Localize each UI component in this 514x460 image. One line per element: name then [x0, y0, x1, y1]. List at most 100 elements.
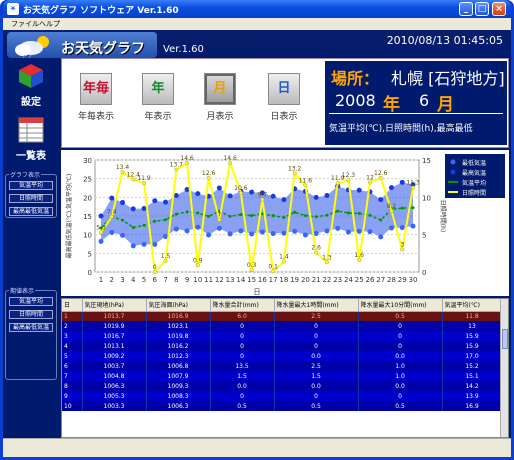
sunshine-data-label: 14.6 — [180, 155, 194, 162]
maximize-button[interactable]: □ — [475, 2, 489, 16]
table-cell: 4 — [62, 341, 83, 351]
table-cell: 0 — [358, 391, 443, 401]
table-cell: 13.5 — [210, 361, 275, 371]
period-month-button[interactable]: 月 月表示 — [194, 73, 246, 127]
table-row[interactable]: 6 1003.7 1006.8 13.5 2.5 1.0 15.2 — [62, 361, 503, 371]
table-row[interactable]: 7 1004.8 1007.9 1.5 1.5 1.0 15.1 — [62, 371, 503, 381]
column-header[interactable]: 降水量最大1時間(mm) — [274, 299, 359, 312]
table-cell: 1006.3 — [146, 401, 211, 411]
table-cell: 2.5 — [274, 311, 359, 321]
table-row[interactable]: 9 1005.3 1008.3 0 0 0 13.9 — [62, 391, 503, 401]
graph-display-group: グラフ表示 気温平均 日照時間 最高最低気温 — [5, 170, 57, 218]
x-tick-label: 20 — [301, 276, 310, 284]
min-temp-point — [98, 238, 104, 244]
max-temp-point — [313, 194, 319, 200]
graph-sunshine-button[interactable]: 日照時間 — [9, 194, 53, 203]
min-temp-point — [249, 231, 255, 237]
column-header[interactable]: 気圧現地(hPa) — [82, 299, 147, 312]
x-tick-label: 15 — [247, 276, 256, 284]
table-row[interactable]: 8 1006.3 1009.3 0.0 0.0 0.0 14.2 — [62, 381, 503, 391]
table-cell: 17.0 — [442, 351, 503, 361]
close-button[interactable]: × — [492, 2, 506, 16]
sunshine-data-label: 12.3 — [342, 172, 356, 179]
table-cell: 1005.3 — [82, 391, 147, 401]
menu-file[interactable]: ファイル — [11, 19, 39, 29]
y2-tick-label: 10 — [422, 194, 431, 202]
app-icon: ☀ — [7, 3, 19, 15]
table-cell: 10 — [62, 401, 83, 411]
period-avg-temp-button[interactable]: 気温平均 — [9, 297, 53, 306]
table-cell: 15.2 — [442, 361, 503, 371]
min-temp-point — [324, 228, 330, 234]
title-bar[interactable]: ☀ お天気グラフ ソフトウェア Ver.1.60 _ □ × — [3, 0, 511, 18]
max-temp-point — [120, 200, 126, 206]
period-group-label: 期値表示 — [9, 286, 36, 295]
table-cell: 7 — [62, 371, 83, 381]
graph-description: 気温平均(℃),日照時間(h),最高最低 — [329, 124, 473, 134]
settings-button[interactable]: 設定 — [13, 62, 49, 108]
table-cell: 6.0 — [210, 311, 275, 321]
y-tick-label: 25 — [83, 176, 92, 184]
min-temp-point — [120, 232, 126, 238]
table-cell: 1009.2 — [82, 351, 147, 361]
column-header[interactable]: 気圧海面(hPa) — [146, 299, 211, 312]
table-row[interactable]: 10 1003.3 1006.3 0.5 0.5 0.5 16.9 — [62, 401, 503, 411]
status-bar — [3, 438, 511, 457]
table-body: 1 1013.7 1016.9 6.0 2.5 0.5 11.8 2 1019.9 1023.1 0… — [62, 311, 503, 411]
min-temp-point — [313, 231, 319, 237]
column-header[interactable]: 気温平均(℃) — [442, 299, 503, 312]
max-temp-point — [388, 185, 394, 191]
min-temp-point — [184, 228, 190, 234]
y-tick-label: 0 — [88, 269, 92, 277]
list-button[interactable]: 一覧表 — [13, 116, 49, 162]
column-header[interactable]: 降水量最大10分間(mm) — [358, 299, 443, 312]
table-cell: 2.5 — [274, 361, 359, 371]
period-maxmin-button[interactable]: 最高最低気温 — [9, 323, 53, 332]
column-header[interactable]: 日 — [62, 299, 83, 312]
x-tick-label: 26 — [366, 276, 375, 284]
menu-help[interactable]: ヘルプ — [39, 19, 60, 29]
max-temp-point — [98, 213, 104, 219]
y-tick-label: 10 — [83, 232, 92, 240]
settings-label: 設定 — [21, 97, 41, 108]
period-day-button[interactable]: 日 日表示 — [258, 73, 310, 127]
min-temp-point — [195, 224, 201, 230]
year-icon: 年 — [142, 73, 174, 105]
max-temp-point — [399, 179, 405, 185]
period-yearly-button[interactable]: 年毎 年毎表示 — [70, 73, 122, 127]
max-temp-point — [324, 192, 330, 198]
table-row[interactable]: 2 1019.9 1023.1 0 0 0 13 — [62, 321, 503, 331]
data-table-area: 日気圧現地(hPa) 気圧海面(hPa) 降水量合計(mm) 降水量最大1時間(mm)… — [61, 298, 509, 438]
max-temp-point — [227, 193, 233, 199]
period-year-button[interactable]: 年 年表示 — [132, 73, 184, 127]
sunshine-data-label: 11.3 — [406, 180, 420, 187]
x-tick-label: 14 — [236, 276, 245, 284]
graph-maxmin-button[interactable]: 最高最低気温 — [9, 207, 53, 216]
table-cell: 1013.7 — [82, 311, 147, 321]
table-row[interactable]: 1 1013.7 1016.9 6.0 2.5 0.5 11.8 — [62, 311, 503, 321]
table-cell: 3 — [62, 331, 83, 341]
table-row[interactable]: 3 1016.7 1019.8 0 0 0 15.9 — [62, 331, 503, 341]
y2-axis-label: 日照時間(h) — [439, 200, 447, 233]
table-cell: 0 — [358, 321, 443, 331]
scroll-thumb[interactable] — [502, 329, 508, 349]
x-tick-label: 27 — [376, 276, 385, 284]
table-cell: 0 — [274, 391, 359, 401]
max-temp-point — [141, 206, 147, 212]
x-tick-label: 2 — [110, 276, 114, 284]
x-tick-label: 12 — [215, 276, 224, 284]
minimize-button[interactable]: _ — [459, 2, 473, 16]
min-temp-point — [281, 230, 287, 236]
table-row[interactable]: 5 1009.2 1012.3 0 0.0 0.0 17.0 — [62, 351, 503, 361]
avg-temp-point — [411, 206, 415, 210]
graph-avg-temp-button[interactable]: 気温平均 — [9, 181, 53, 190]
avg-temp-point — [368, 213, 372, 217]
period-sunshine-button[interactable]: 日照時間 — [9, 310, 53, 319]
x-tick-label: 9 — [185, 276, 189, 284]
location-info: 場所： 札幌 [石狩地方] 2008 年 6 月 気温平均(℃),日照時間(h)… — [325, 61, 507, 145]
year-unit: 年 — [383, 95, 400, 115]
avg-temp-point — [303, 214, 307, 218]
table-row[interactable]: 4 1013.1 1016.2 0 0 0 15.9 — [62, 341, 503, 351]
table-scrollbar[interactable] — [500, 299, 508, 437]
column-header[interactable]: 降水量合計(mm) — [210, 299, 275, 312]
